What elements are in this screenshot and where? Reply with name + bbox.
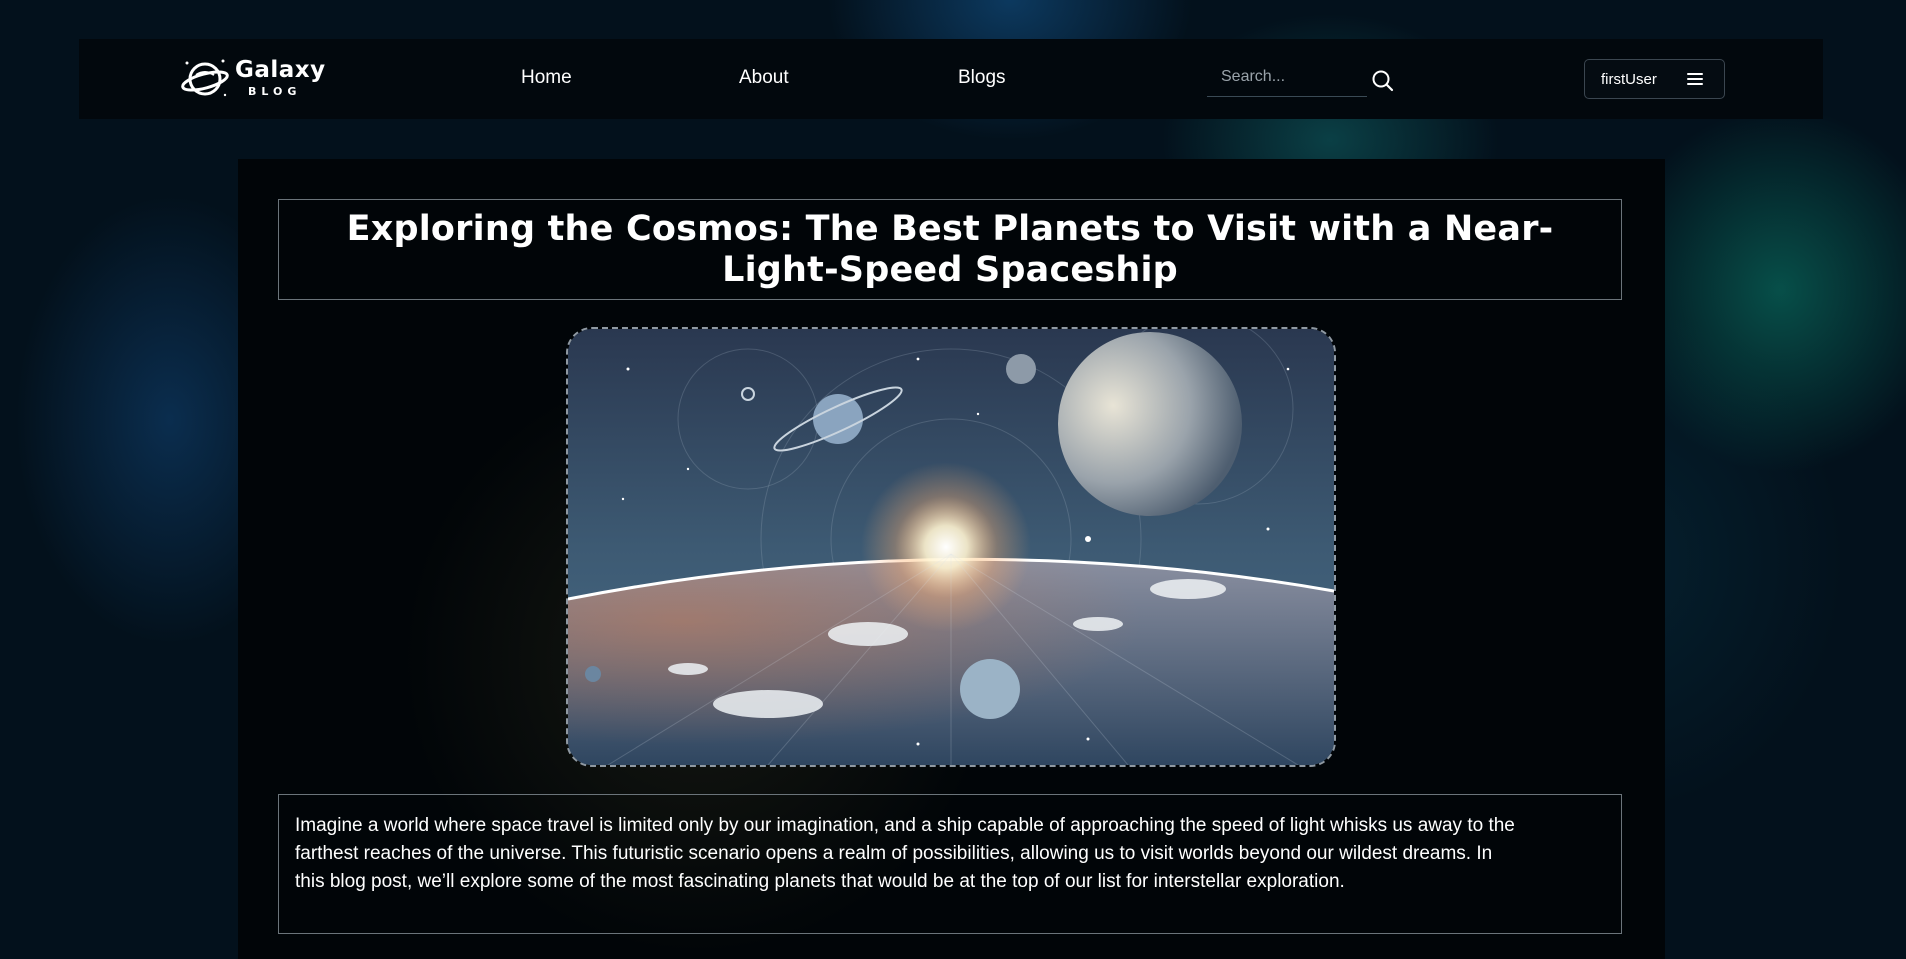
logo-title: Galaxy: [235, 57, 326, 83]
space-planets-illustration: [568, 329, 1334, 765]
search-box: [1207, 61, 1371, 97]
post-hero-image: [566, 327, 1336, 767]
user-menu-button[interactable]: firstUser: [1584, 59, 1725, 99]
username-label: firstUser: [1601, 71, 1657, 88]
nav-link-blogs[interactable]: Blogs: [958, 67, 1006, 89]
nav-link-home[interactable]: Home: [521, 67, 572, 89]
planet-logo-icon: [181, 59, 229, 97]
nav-link-about[interactable]: About: [739, 67, 789, 89]
search-input[interactable]: [1207, 61, 1371, 93]
blog-post-card: Exploring the Cosmos: The Best Planets t…: [238, 159, 1665, 959]
post-intro-box: Imagine a world where space travel is li…: [278, 794, 1622, 934]
post-intro-text: Imagine a world where space travel is li…: [295, 815, 1515, 892]
post-title-box: Exploring the Cosmos: The Best Planets t…: [278, 199, 1622, 300]
site-logo[interactable]: Galaxy BLOG: [181, 55, 325, 103]
post-title: Exploring the Cosmos: The Best Planets t…: [346, 208, 1554, 290]
search-icon[interactable]: [1371, 69, 1395, 93]
hamburger-menu-icon: [1687, 73, 1703, 87]
logo-subtitle: BLOG: [248, 85, 302, 98]
top-navbar: Galaxy BLOG Home About Blogs firstUser: [79, 39, 1823, 119]
